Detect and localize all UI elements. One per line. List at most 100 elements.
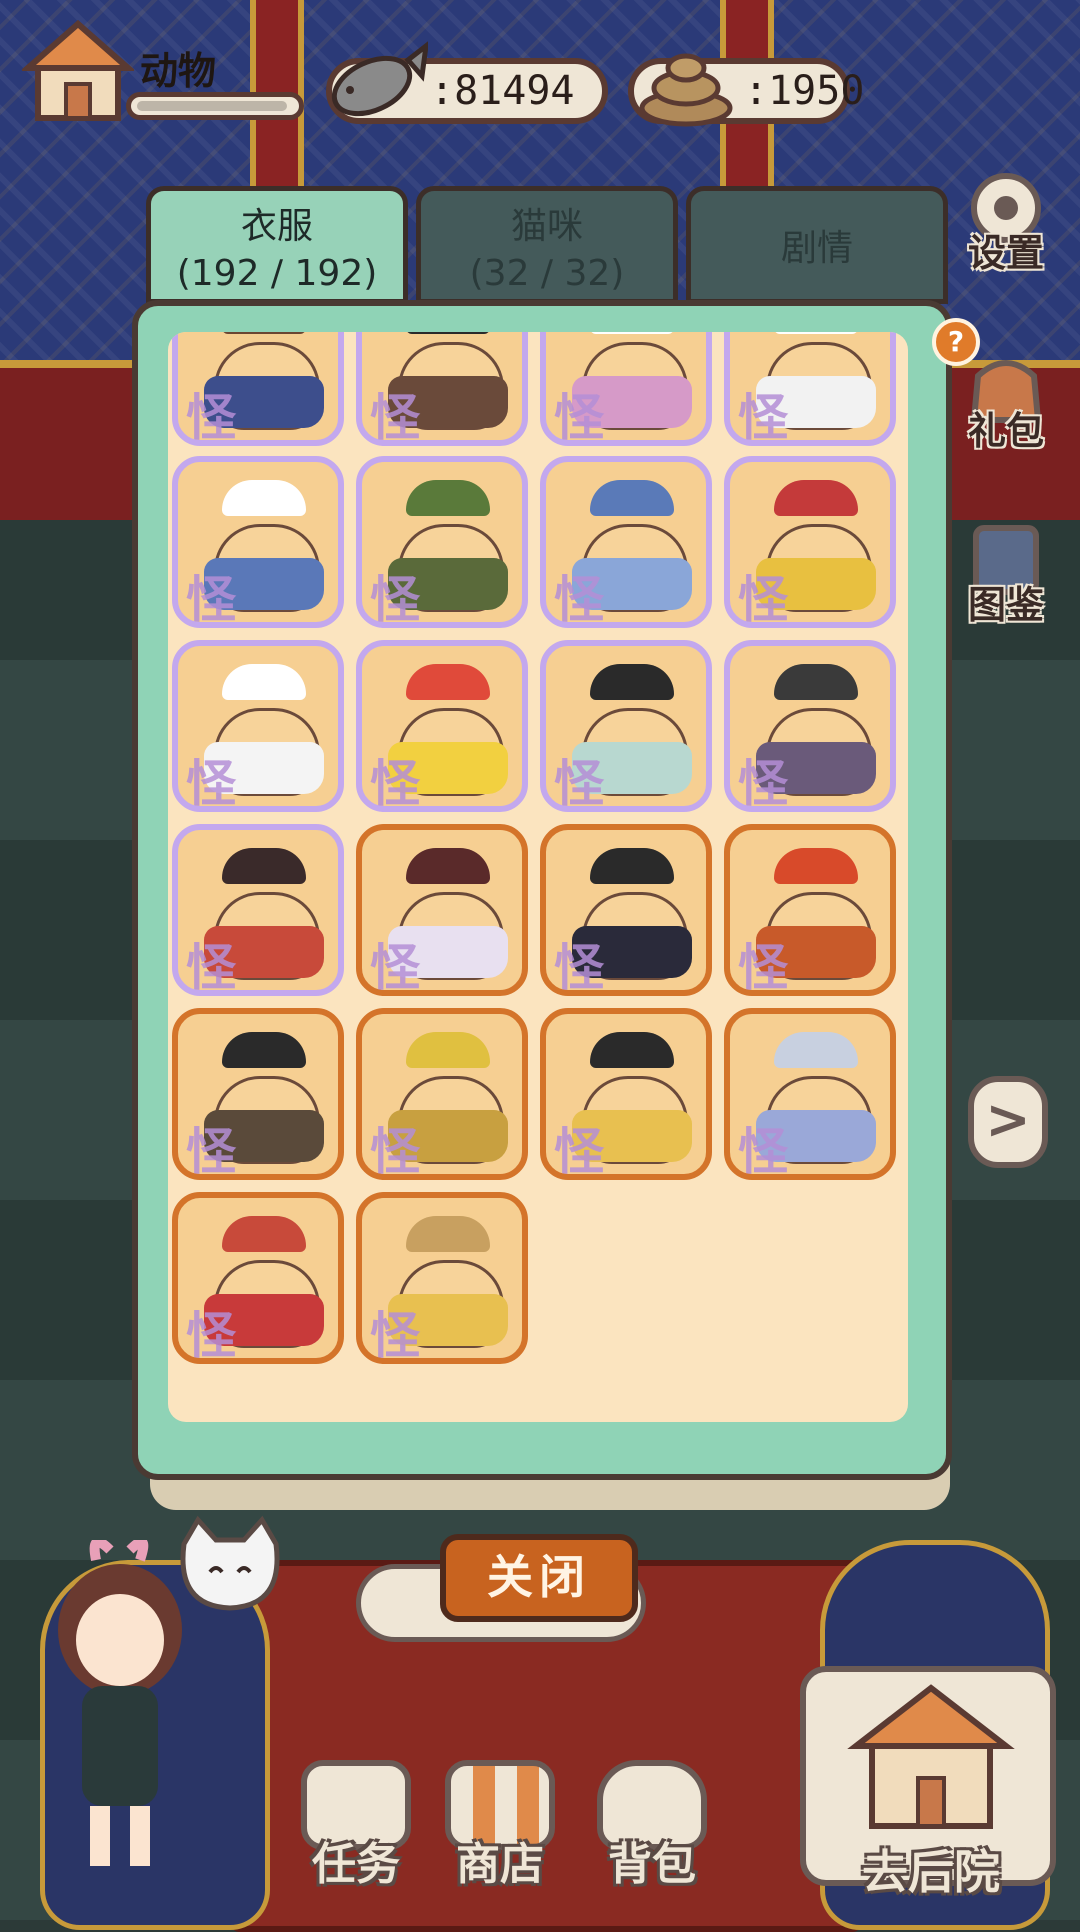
catalog-button[interactable]: 图鉴 [954, 520, 1058, 640]
outfit-card[interactable]: 怪 [540, 456, 712, 628]
watermark-glyph: 怪 [554, 939, 604, 996]
bag-button[interactable]: 背包 [582, 1760, 722, 1910]
outfit-card[interactable]: 怪 [724, 1008, 896, 1180]
watermark-glyph: 怪 [370, 1307, 420, 1364]
watermark-glyph: 怪 [738, 1123, 788, 1180]
gift-button[interactable]: 礼包 [954, 346, 1058, 466]
outfit-card[interactable]: 怪 [540, 824, 712, 996]
watermark-glyph: 怪 [186, 939, 236, 996]
outfit-hat [222, 1032, 306, 1068]
outfit-hat [406, 480, 490, 516]
settings-button[interactable]: 设置 [954, 168, 1058, 288]
shop-button[interactable]: 商店 [430, 1760, 570, 1910]
outfit-hat [774, 664, 858, 700]
outfit-card[interactable]: 怪 [172, 1008, 344, 1180]
outfit-card[interactable]: 怪 [356, 1192, 528, 1364]
outfit-card[interactable]: 怪 [356, 1008, 528, 1180]
watermark-glyph: 怪 [738, 755, 788, 812]
outfit-card[interactable]: 怪 [724, 824, 896, 996]
watermark-glyph: 怪 [186, 755, 236, 812]
outfit-hat [774, 332, 858, 334]
house-icon[interactable] [22, 18, 134, 128]
shop-label: 商店 [456, 1839, 544, 1890]
watermark-glyph: 怪 [186, 389, 236, 446]
outfit-hat [222, 848, 306, 884]
fish-amount: :81494 [430, 68, 575, 114]
outfit-card[interactable]: 怪 [540, 1008, 712, 1180]
tab-cats[interactable]: 猫咪 (32 / 32) [416, 186, 678, 304]
chevron-right-icon: > [985, 1088, 1031, 1151]
watermark-glyph: 怪 [370, 939, 420, 996]
outfit-card[interactable]: 怪 [172, 1192, 344, 1364]
watermark-glyph: 怪 [554, 571, 604, 628]
tab-clothes-count: (192 / 192) [176, 252, 378, 294]
backyard-label: 去后院 [862, 1845, 1000, 1899]
outfit-hat [406, 1032, 490, 1068]
watermark-glyph: 怪 [370, 1123, 420, 1180]
outfit-hat [406, 664, 490, 700]
outfit-card[interactable]: 怪 [172, 640, 344, 812]
watermark-glyph: 怪 [738, 939, 788, 996]
outfit-hat [222, 664, 306, 700]
outfit-hat [222, 480, 306, 516]
tab-story-title: 剧情 [780, 228, 853, 269]
watermark-glyph: 怪 [370, 571, 420, 628]
watermark-glyph: 怪 [186, 1307, 236, 1364]
outfit-card[interactable]: 怪 [356, 332, 528, 446]
outfit-card[interactable]: 怪 [724, 640, 896, 812]
tab-cats-title: 猫咪 [510, 205, 583, 247]
watermark-glyph: 怪 [738, 571, 788, 628]
outfit-hat [222, 332, 306, 334]
catalog-label: 图鉴 [967, 583, 1044, 627]
outfit-hat [774, 848, 858, 884]
tab-cats-count: (32 / 32) [469, 252, 625, 294]
poop-icon [639, 53, 733, 127]
outfit-hat [590, 848, 674, 884]
bag-label: 背包 [608, 1839, 696, 1890]
tasks-label: 任务 [312, 1839, 400, 1890]
outfit-hat [590, 1032, 674, 1068]
tasks-button[interactable]: 任务 [286, 1760, 426, 1910]
outfit-card[interactable]: 怪 [172, 456, 344, 628]
shopkeeper-character [58, 1540, 182, 1866]
outfit-card[interactable]: 怪 [724, 456, 896, 628]
outfit-grid[interactable]: 怪怪怪怪怪怪怪怪怪怪怪怪怪怪怪怪怪怪怪怪怪怪 [168, 332, 908, 1422]
watermark-glyph: 怪 [370, 389, 420, 446]
poop-amount: :1950 [744, 68, 865, 114]
watermark-glyph: 怪 [554, 755, 604, 812]
outfit-card[interactable]: 怪 [172, 824, 344, 996]
outfit-hat [774, 1032, 858, 1068]
outfit-card[interactable]: 怪 [540, 640, 712, 812]
tab-story[interactable]: 剧情 [686, 186, 948, 304]
outfit-hat [590, 480, 674, 516]
outfit-card[interactable]: 怪 [356, 456, 528, 628]
animal-progress-bar [126, 92, 304, 120]
animal-label: 动物 [140, 49, 217, 93]
outfit-card[interactable]: 怪 [724, 332, 896, 446]
animal-progress-fill [137, 101, 287, 111]
outfit-card[interactable]: 怪 [172, 332, 344, 446]
watermark-glyph: 怪 [186, 571, 236, 628]
outfit-card[interactable]: 怪 [356, 824, 528, 996]
outfit-hat [774, 480, 858, 516]
outfit-hat [590, 664, 674, 700]
watermark-glyph: 怪 [738, 389, 788, 446]
outfit-hat [590, 332, 674, 334]
tab-clothes[interactable]: 衣服 (192 / 192) [146, 186, 408, 304]
watermark-glyph: 怪 [370, 755, 420, 812]
close-button[interactable]: 关闭 [440, 1534, 638, 1622]
outfit-hat [406, 332, 490, 334]
outfit-hat [222, 1216, 306, 1252]
watermark-glyph: 怪 [554, 389, 604, 446]
outfit-hat [406, 1216, 490, 1252]
watermark-glyph: 怪 [186, 1123, 236, 1180]
outfit-card[interactable]: 怪 [540, 332, 712, 446]
tab-clothes-title: 衣服 [240, 205, 313, 247]
backyard-house-icon [847, 1684, 1015, 1829]
outfit-card[interactable]: 怪 [356, 640, 528, 812]
watermark-glyph: 怪 [554, 1123, 604, 1180]
outfit-hat [406, 848, 490, 884]
settings-label: 设置 [967, 231, 1044, 275]
next-arrow-button[interactable]: > [968, 1076, 1048, 1168]
fish-icon [331, 41, 428, 117]
